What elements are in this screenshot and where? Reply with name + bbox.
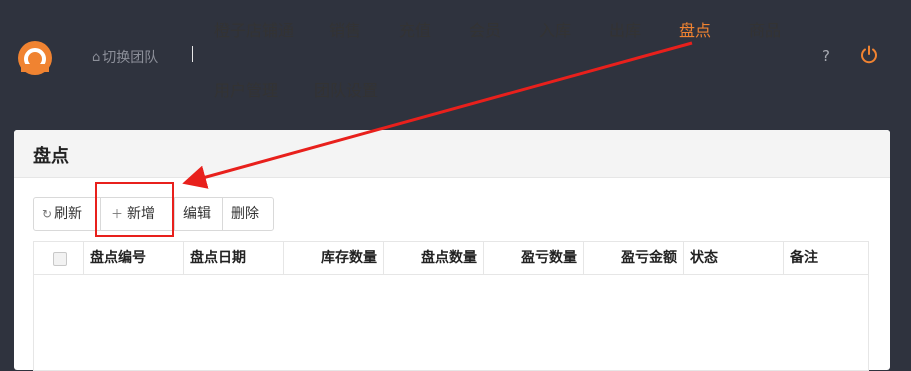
annotation-arrow xyxy=(182,41,693,189)
